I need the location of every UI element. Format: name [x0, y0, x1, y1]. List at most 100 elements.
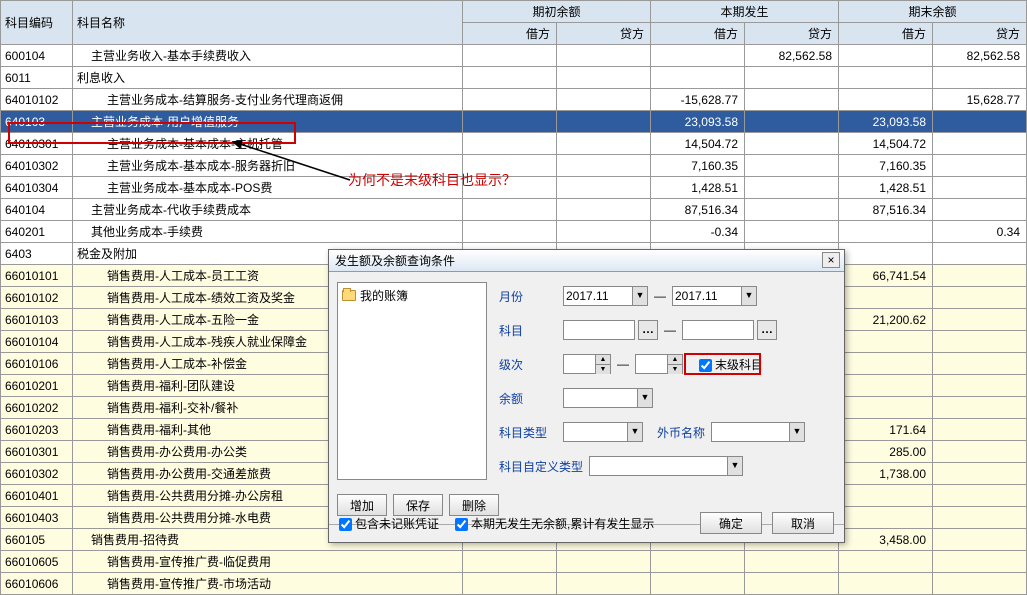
nobalance-checkbox-label[interactable]: 本期无发生无余额,累计有发生显示 [455, 515, 654, 532]
month-from-combo[interactable]: 2017.11▼ [563, 286, 648, 306]
subject-to-browse-button[interactable]: … [757, 320, 777, 340]
currency-combo[interactable]: ▼ [711, 422, 805, 442]
subject-to-input[interactable] [682, 320, 754, 340]
cell-end-debit: 3,458.00 [839, 529, 933, 551]
cell-end-debit: 171.64 [839, 419, 933, 441]
cell-occur-debit [651, 551, 745, 573]
cell-end-credit [933, 441, 1027, 463]
cell-code: 640103 [1, 111, 73, 133]
table-row[interactable]: 64010301主营业务成本-基本成本-主机托管14,504.7214,504.… [1, 133, 1027, 155]
col-begin: 期初余额 [463, 1, 651, 23]
cell-code: 66010401 [1, 485, 73, 507]
cell-end-credit [933, 199, 1027, 221]
cell-occur-debit: -15,628.77 [651, 89, 745, 111]
subject-type-combo[interactable]: ▼ [563, 422, 643, 442]
cell-occur-credit [745, 221, 839, 243]
cell-begin-debit [463, 573, 557, 595]
table-row[interactable]: 64010302主营业务成本-基本成本-服务器折旧7,160.357,160.3… [1, 155, 1027, 177]
cell-begin-credit [557, 111, 651, 133]
col-occur: 本期发生 [651, 1, 839, 23]
folder-item[interactable]: 我的账簿 [342, 287, 482, 304]
spin-down-icon: ▼ [667, 365, 682, 374]
cell-begin-debit [463, 221, 557, 243]
cell-end-credit [933, 419, 1027, 441]
cell-begin-credit [557, 89, 651, 111]
unposted-checkbox[interactable] [339, 518, 352, 531]
chevron-down-icon[interactable]: ▼ [637, 389, 652, 407]
cell-end-credit [933, 529, 1027, 551]
cell-end-credit [933, 287, 1027, 309]
cell-end-debit: 66,741.54 [839, 265, 933, 287]
cell-end-debit [839, 397, 933, 419]
cell-end-debit: 7,160.35 [839, 155, 933, 177]
custom-type-combo[interactable]: ▼ [589, 456, 743, 476]
cell-occur-credit [745, 155, 839, 177]
cell-occur-credit [745, 89, 839, 111]
cell-begin-debit [463, 177, 557, 199]
cell-code: 6403 [1, 243, 73, 265]
table-row[interactable]: 640104主营业务成本-代收手续费成本87,516.3487,516.34 [1, 199, 1027, 221]
chevron-down-icon[interactable]: ▼ [789, 423, 804, 441]
cell-end-debit [839, 331, 933, 353]
table-row[interactable]: 600104主营业务收入-基本手续费收入82,562.5882,562.58 [1, 45, 1027, 67]
cell-begin-credit [557, 155, 651, 177]
cell-end-debit [839, 243, 933, 265]
chevron-down-icon[interactable]: ▼ [632, 287, 647, 305]
chevron-down-icon[interactable]: ▼ [727, 457, 742, 475]
cell-code: 66010202 [1, 397, 73, 419]
dialog-titlebar[interactable]: 发生额及余额查询条件 × [329, 250, 844, 272]
ok-button[interactable]: 确定 [700, 512, 762, 534]
table-row[interactable]: 64010102主营业务成本-结算服务-支付业务代理商返佣-15,628.771… [1, 89, 1027, 111]
level-to-spinner[interactable]: ▲▼ [635, 354, 683, 374]
cell-code: 660105 [1, 529, 73, 551]
cell-code: 600104 [1, 45, 73, 67]
table-row[interactable]: 640201其他业务成本-手续费-0.340.34 [1, 221, 1027, 243]
cell-end-debit [839, 353, 933, 375]
cell-code: 66010301 [1, 441, 73, 463]
nobalance-checkbox[interactable] [455, 518, 468, 531]
chevron-down-icon[interactable]: ▼ [741, 287, 756, 305]
table-row[interactable]: 64010304主营业务成本-基本成本-POS费1,428.511,428.51 [1, 177, 1027, 199]
spin-up-icon: ▲ [667, 355, 682, 365]
cell-begin-credit [557, 177, 651, 199]
bookmark-tree[interactable]: 我的账簿 [337, 282, 487, 480]
cell-name: 主营业务成本-基本成本-服务器折旧 [73, 155, 463, 177]
cell-end-credit: 0.34 [933, 221, 1027, 243]
cell-begin-credit [557, 67, 651, 89]
cell-name: 主营业务成本-基本成本-主机托管 [73, 133, 463, 155]
subject-from-browse-button[interactable]: … [638, 320, 658, 340]
leaf-checkbox-label[interactable]: 末级科目 [699, 356, 763, 373]
cell-begin-credit [557, 199, 651, 221]
cell-occur-debit: -0.34 [651, 221, 745, 243]
table-row[interactable]: 66010605销售费用-宣传推广费-临促费用 [1, 551, 1027, 573]
cell-occur-debit: 1,428.51 [651, 177, 745, 199]
leaf-checkbox[interactable] [699, 359, 712, 372]
cell-end-debit [839, 287, 933, 309]
cancel-button[interactable]: 取消 [772, 512, 834, 534]
cell-code: 66010103 [1, 309, 73, 331]
cell-occur-credit [745, 177, 839, 199]
table-row[interactable]: 6011利息收入 [1, 67, 1027, 89]
table-row[interactable]: 66010606销售费用-宣传推广费-市场活动 [1, 573, 1027, 595]
cell-end-credit [933, 551, 1027, 573]
cell-code: 66010403 [1, 507, 73, 529]
month-to-combo[interactable]: 2017.11▼ [672, 286, 757, 306]
cell-begin-debit [463, 551, 557, 573]
close-icon[interactable]: × [822, 252, 840, 268]
cell-code: 66010104 [1, 331, 73, 353]
unposted-checkbox-label[interactable]: 包含未记账凭证 [339, 515, 439, 532]
cell-end-credit [933, 155, 1027, 177]
spin-down-icon: ▼ [595, 365, 610, 374]
table-row[interactable]: 640103主营业务成本-用户增值服务23,093.5823,093.58 [1, 111, 1027, 133]
cell-name: 主营业务成本-基本成本-POS费 [73, 177, 463, 199]
level-from-spinner[interactable]: ▲▼ [563, 354, 611, 374]
label-subject: 科目 [499, 322, 563, 339]
cell-end-debit [839, 45, 933, 67]
balance-combo[interactable]: ▼ [563, 388, 653, 408]
cell-occur-credit [745, 551, 839, 573]
cell-code: 64010102 [1, 89, 73, 111]
chevron-down-icon[interactable]: ▼ [627, 423, 642, 441]
cell-end-credit [933, 111, 1027, 133]
subject-from-input[interactable] [563, 320, 635, 340]
cell-end-debit [839, 67, 933, 89]
